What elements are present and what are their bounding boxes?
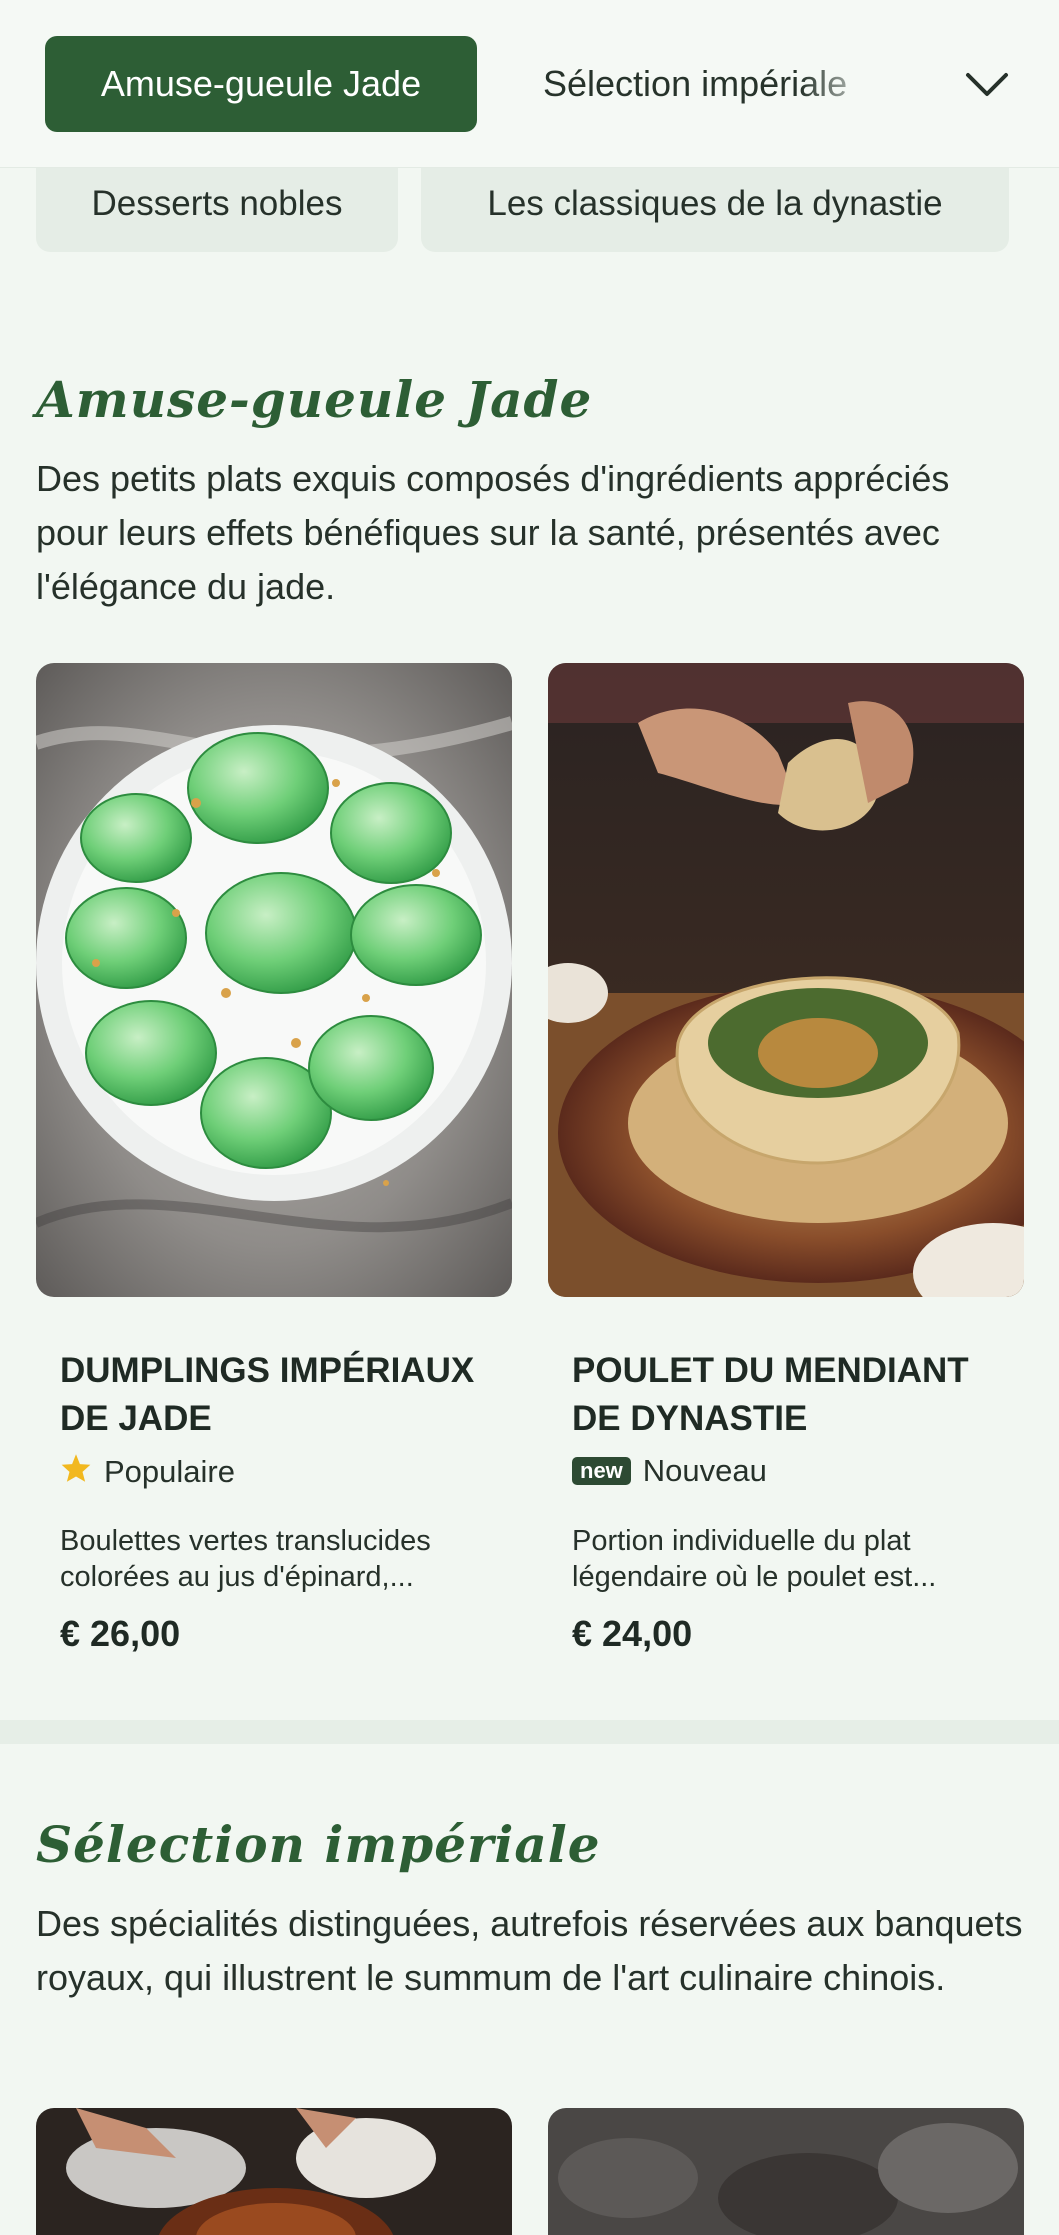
menu-item-card[interactable]: Dumplings impériaux de jade Populaire Bo…	[36, 663, 512, 1654]
dish-name: Dumplings impériaux de jade	[60, 1351, 475, 1438]
section-description: Des petits plats exquis composés d'ingré…	[36, 458, 950, 607]
section-description: Des spécialités distinguées, autrefois r…	[36, 1903, 1023, 1998]
tab-scroll-fade	[800, 40, 920, 130]
dish-badge: new Nouveau	[572, 1453, 767, 1489]
menu-item-card[interactable]: Poulet du mendiant de dynastie new Nouve…	[548, 663, 1024, 1654]
section-title: Sélection impériale	[36, 1815, 601, 1874]
badge-label: Populaire	[104, 1454, 235, 1489]
star-icon	[60, 1453, 92, 1491]
dish-description: Boulettes vertes translucides colorées a…	[60, 1525, 431, 1593]
dish-image	[36, 2108, 512, 2235]
dish-image	[36, 663, 512, 1297]
section-title: Amuse-gueule Jade	[36, 370, 593, 429]
dish-badge: Populaire	[60, 1453, 235, 1491]
dish-name: Poulet du mendiant de dynastie	[572, 1351, 969, 1438]
dish-price: € 24,00	[572, 1613, 693, 1654]
menu-item-card[interactable]	[36, 2108, 512, 2235]
category-nav: Amuse-gueule Jade Sélection impériale	[0, 0, 1059, 168]
dish-description: Portion individuelle du plat légendaire …	[572, 1525, 937, 1593]
dish-image	[548, 2108, 1024, 2235]
badge-label: Nouveau	[642, 1453, 767, 1488]
dish-image	[548, 663, 1024, 1297]
new-badge: new	[572, 1457, 631, 1485]
chevron-down-icon[interactable]	[960, 58, 1014, 112]
menu-item-card[interactable]	[548, 2108, 1024, 2235]
section-divider	[0, 1720, 1059, 1744]
dish-price: € 26,00	[60, 1613, 181, 1654]
tab-amuse-gueule-jade[interactable]: Amuse-gueule Jade	[45, 36, 477, 132]
